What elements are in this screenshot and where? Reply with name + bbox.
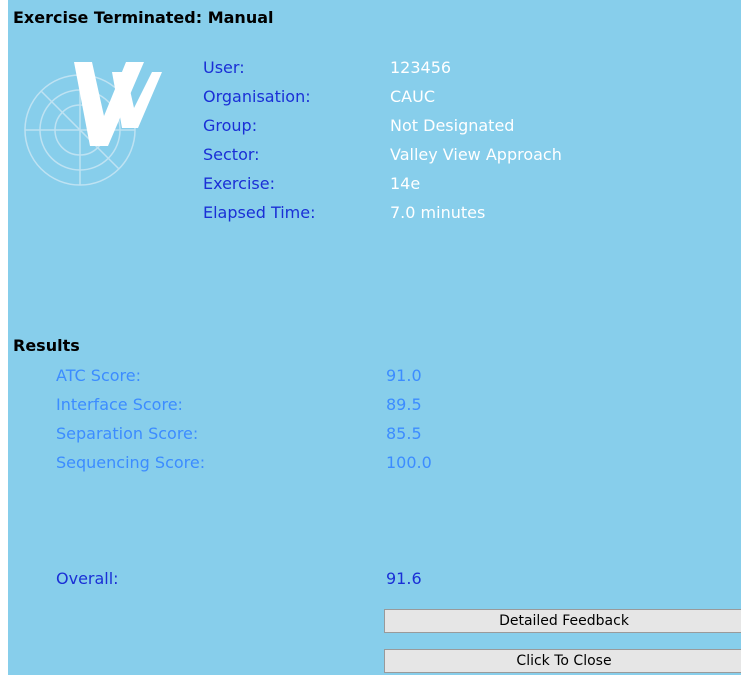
separation-score-label: Separation Score: <box>56 424 199 443</box>
overall-value: 91.6 <box>386 569 422 588</box>
atc-score-value: 91.0 <box>386 366 422 385</box>
organisation-value: CAUC <box>390 87 435 106</box>
radar-vv-logo-icon <box>24 62 162 186</box>
elapsed-time-label: Elapsed Time: <box>203 203 316 222</box>
exercise-summary-panel: Exercise Terminated: Manual User: 123456… <box>8 0 741 675</box>
elapsed-time-value: 7.0 minutes <box>390 203 486 222</box>
detailed-feedback-button[interactable]: Detailed Feedback <box>384 609 741 633</box>
separation-score-value: 85.5 <box>386 424 422 443</box>
user-label: User: <box>203 58 245 77</box>
window-title: Exercise Terminated: Manual <box>13 8 274 27</box>
overall-label: Overall: <box>56 569 119 588</box>
user-value: 123456 <box>390 58 452 77</box>
group-value: Not Designated <box>390 116 515 135</box>
group-label: Group: <box>203 116 258 135</box>
interface-score-label: Interface Score: <box>56 395 183 414</box>
results-heading: Results <box>13 336 80 355</box>
atc-score-label: ATC Score: <box>56 366 141 385</box>
sequencing-score-value: 100.0 <box>386 453 432 472</box>
exercise-value: 14e <box>390 174 421 193</box>
sequencing-score-label: Sequencing Score: <box>56 453 206 472</box>
sector-label: Sector: <box>203 145 260 164</box>
interface-score-value: 89.5 <box>386 395 422 414</box>
click-to-close-button[interactable]: Click To Close <box>384 649 741 673</box>
organisation-label: Organisation: <box>203 87 311 106</box>
exercise-label: Exercise: <box>203 174 275 193</box>
sector-value: Valley View Approach <box>390 145 562 164</box>
